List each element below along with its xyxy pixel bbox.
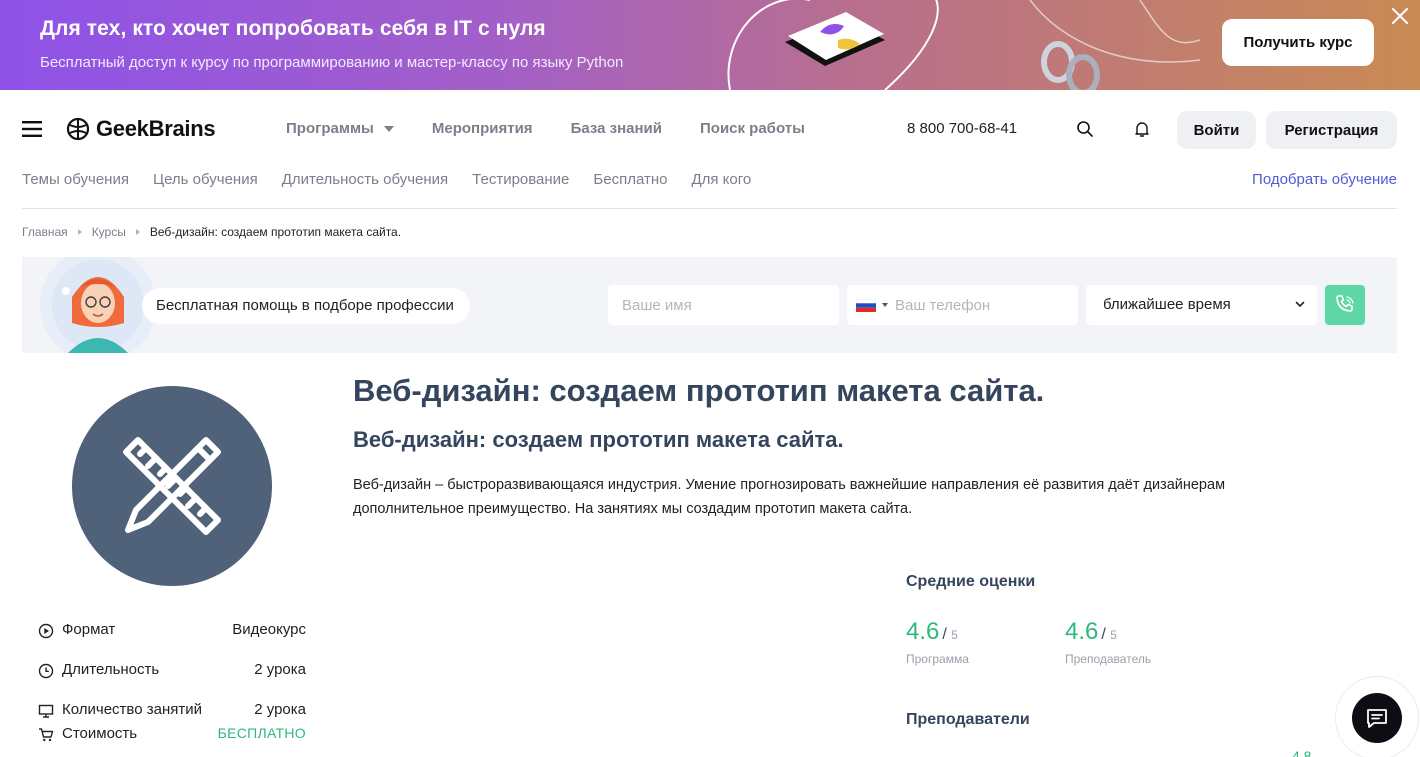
ratings-title: Средние оценки bbox=[906, 573, 1036, 590]
rating-max: 5 bbox=[1110, 628, 1117, 642]
rating-max: 5 bbox=[951, 628, 958, 642]
python-illustration bbox=[727, 0, 1200, 90]
spec-label: Стоимость bbox=[62, 725, 138, 742]
phone-call-icon bbox=[1336, 295, 1354, 312]
nav-item-knowledge-base[interactable]: База знаний bbox=[571, 120, 662, 137]
phone-number[interactable]: 8 800 700-68-41 bbox=[907, 120, 1017, 137]
rating-label: Программа bbox=[906, 652, 969, 666]
callback-button[interactable] bbox=[1325, 285, 1365, 325]
rating-value: 4.6 bbox=[1065, 618, 1099, 645]
phone-field bbox=[847, 285, 1078, 325]
caret-down-icon bbox=[383, 125, 394, 132]
spec-value-free: БЕСПЛАТНО bbox=[217, 725, 306, 741]
call-time-value: ближайшее время bbox=[1103, 296, 1231, 313]
rating-value: 4.6 bbox=[906, 618, 940, 645]
rating-slash: / bbox=[942, 626, 947, 643]
rating-teacher: 4.6/ 5 Преподаватель bbox=[1065, 618, 1151, 666]
monitor-icon bbox=[38, 704, 54, 718]
get-course-button[interactable]: Получить курс bbox=[1222, 19, 1374, 66]
subnav-item-audience[interactable]: Для кого bbox=[691, 171, 751, 188]
breadcrumb-separator-icon bbox=[77, 229, 82, 235]
spec-price: Стоимость БЕСПЛАТНО bbox=[38, 724, 306, 748]
course-title: Веб-дизайн: создаем прототип макета сайт… bbox=[353, 373, 1045, 408]
bell-icon[interactable] bbox=[1133, 120, 1151, 138]
breadcrumb-home[interactable]: Главная bbox=[22, 225, 68, 239]
play-circle-icon bbox=[38, 623, 54, 639]
chevron-down-icon bbox=[1295, 301, 1305, 308]
nav-item-programs[interactable]: Программы bbox=[286, 120, 394, 137]
breadcrumb-separator-icon bbox=[135, 229, 140, 235]
clock-icon bbox=[38, 663, 54, 679]
spec-format: Формат Видеокурс bbox=[38, 620, 306, 644]
sub-nav: Темы обучения Цель обучения Длительность… bbox=[22, 171, 751, 188]
subnav-item-testing[interactable]: Тестирование bbox=[472, 171, 569, 188]
nav-item-label: Поиск работы bbox=[700, 120, 805, 137]
course-image bbox=[72, 386, 272, 586]
breadcrumb-courses[interactable]: Курсы bbox=[92, 225, 126, 239]
help-form-strip: Бесплатная помощь в подборе профессии бл… bbox=[22, 257, 1397, 353]
subnav-item-duration[interactable]: Длительность обучения bbox=[282, 171, 448, 188]
russia-flag-icon[interactable] bbox=[856, 299, 876, 312]
subnav-item-goal[interactable]: Цель обучения bbox=[153, 171, 258, 188]
chat-button[interactable] bbox=[1352, 693, 1402, 743]
register-button[interactable]: Регистрация bbox=[1266, 111, 1397, 149]
chat-icon bbox=[1367, 709, 1387, 728]
breadcrumb: Главная Курсы Веб-дизайн: создаем протот… bbox=[22, 225, 401, 239]
logo[interactable]: GeekBrains bbox=[66, 116, 216, 142]
spec-label: Формат bbox=[62, 621, 116, 638]
search-icon[interactable] bbox=[1076, 120, 1094, 138]
spec-value: Видеокурс bbox=[232, 621, 306, 638]
rating-label: Преподаватель bbox=[1065, 652, 1152, 666]
course-subtitle: Веб-дизайн: создаем прототип макета сайт… bbox=[353, 427, 844, 452]
menu-icon[interactable] bbox=[22, 121, 42, 137]
spec-label: Длительность bbox=[62, 661, 160, 678]
nav-item-label: Программы bbox=[286, 120, 374, 137]
divider bbox=[22, 208, 1397, 209]
rating-slash: / bbox=[1101, 626, 1106, 643]
consultant-avatar bbox=[40, 257, 156, 353]
site-header: GeekBrains Программы Мероприятия База зн… bbox=[0, 90, 1420, 168]
brain-logo-icon bbox=[66, 117, 90, 141]
promo-banner: Для тех, кто хочет попробовать себя в IT… bbox=[0, 0, 1420, 90]
name-input[interactable] bbox=[608, 285, 839, 325]
main-nav: Программы Мероприятия База знаний Поиск … bbox=[286, 120, 805, 137]
ruler-pencil-icon bbox=[123, 437, 221, 535]
close-icon[interactable] bbox=[1388, 4, 1412, 28]
spec-lessons-count: Количество занятий 2 урока bbox=[38, 700, 306, 724]
course-description: Веб-дизайн – быстроразвивающаяся индустр… bbox=[353, 477, 1226, 517]
banner-title: Для тех, кто хочет попробовать себя в IT… bbox=[40, 17, 546, 40]
banner-subtitle: Бесплатный доступ к курсу по программиро… bbox=[40, 54, 624, 71]
help-bubble-text: Бесплатная помощь в подборе профессии bbox=[142, 288, 470, 324]
logo-text: GeekBrains bbox=[96, 116, 216, 141]
spec-duration: Длительность 2 урока bbox=[38, 660, 306, 684]
pick-education-link[interactable]: Подобрать обучение bbox=[1252, 171, 1397, 188]
breadcrumb-current: Веб-дизайн: создаем прототип макета сайт… bbox=[149, 225, 402, 239]
nav-item-label: База знаний bbox=[570, 120, 662, 137]
spec-value: 2 урока bbox=[254, 701, 306, 718]
phone-input[interactable] bbox=[889, 285, 1075, 325]
teacher-rating-partial: 4.8 bbox=[1292, 748, 1312, 757]
rating-program: 4.6/ 5 Программа bbox=[906, 618, 969, 666]
nav-item-job-search[interactable]: Поиск работы bbox=[700, 120, 805, 137]
country-caret-icon[interactable] bbox=[882, 303, 888, 307]
nav-item-events[interactable]: Мероприятия bbox=[432, 120, 533, 137]
nav-item-label: Мероприятия bbox=[431, 120, 533, 137]
subnav-item-topics[interactable]: Темы обучения bbox=[22, 171, 129, 188]
spec-label: Количество занятий bbox=[62, 701, 202, 718]
cart-icon bbox=[39, 728, 54, 742]
course-specs: Формат Видеокурс Длительность 2 урока Ко… bbox=[38, 620, 306, 748]
login-button[interactable]: Войти bbox=[1177, 111, 1256, 149]
call-time-select[interactable]: ближайшее время bbox=[1086, 285, 1317, 325]
teachers-title: Преподаватели bbox=[906, 711, 1030, 728]
subnav-item-free[interactable]: Бесплатно bbox=[593, 171, 667, 188]
spec-value: 2 урока bbox=[254, 661, 306, 678]
